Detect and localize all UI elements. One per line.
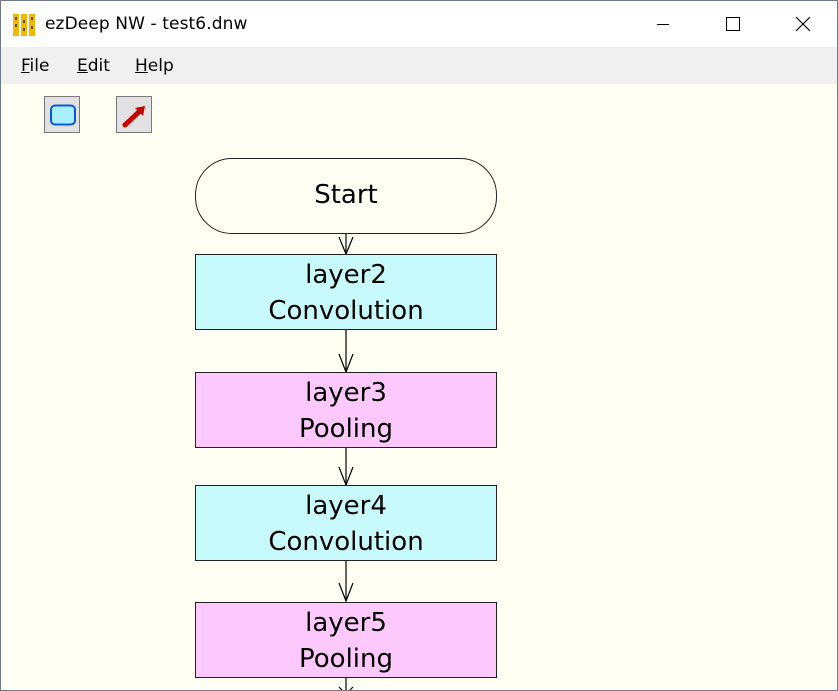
minimize-button[interactable] [628, 1, 698, 47]
layer-type: Pooling [299, 644, 393, 674]
app-window: ezDeep NW - test6.dnw File Edit Help Sta… [0, 0, 838, 691]
menu-bar: File Edit Help [1, 47, 837, 84]
layer-type: Pooling [299, 414, 393, 444]
connector-arrow [338, 234, 354, 256]
layer-type: Convolution [268, 527, 424, 557]
menu-edit[interactable]: Edit [77, 56, 110, 76]
layer-node[interactable]: layer2 Convolution [195, 254, 497, 330]
maximize-icon [726, 17, 740, 31]
connector-arrow [338, 678, 354, 690]
window-title: ezDeep NW - test6.dnw [45, 14, 248, 34]
start-node[interactable]: Start [195, 158, 497, 234]
close-button[interactable] [768, 1, 837, 47]
minimize-icon [657, 24, 669, 25]
layer-name: layer3 [305, 378, 387, 408]
close-icon [795, 16, 811, 32]
layer-type: Convolution [268, 296, 424, 326]
connector-arrow [338, 330, 354, 374]
maximize-button[interactable] [698, 1, 768, 47]
layer-node[interactable]: layer4 Convolution [195, 485, 497, 561]
layer-node[interactable]: layer5 Pooling [195, 602, 497, 678]
title-bar[interactable]: ezDeep NW - test6.dnw [1, 1, 837, 47]
layer-node[interactable]: layer3 Pooling [195, 372, 497, 448]
menu-help[interactable]: Help [135, 56, 174, 76]
diagram-canvas[interactable]: Start layer2 Convolution layer3 Pooling … [1, 84, 837, 690]
connector-arrow [338, 448, 354, 487]
layer-name: layer5 [305, 608, 387, 638]
menu-file[interactable]: File [21, 56, 49, 76]
layer-name: layer4 [305, 491, 387, 521]
connector-arrow [338, 561, 354, 603]
app-icon [13, 14, 35, 36]
layer-name: layer2 [305, 260, 387, 290]
